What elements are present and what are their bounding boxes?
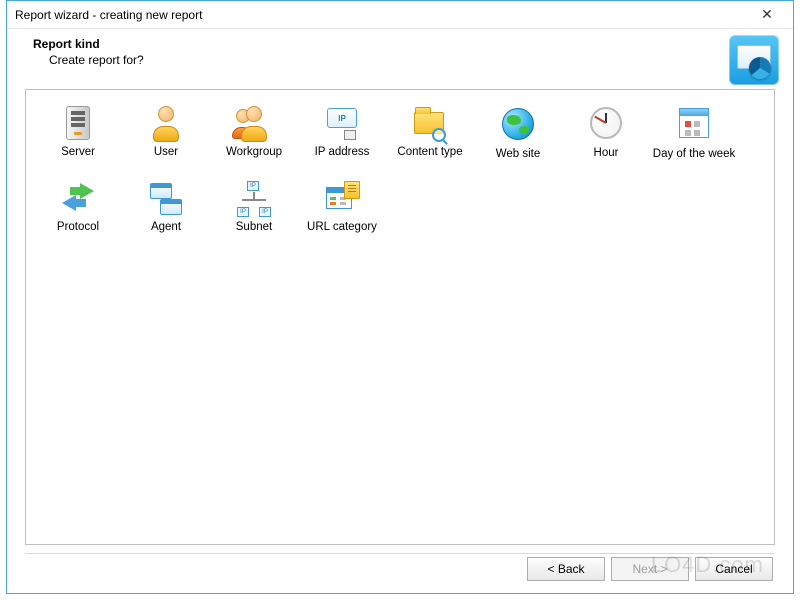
option-day-of-week[interactable]: Day of the week (652, 104, 736, 161)
workgroup-icon (236, 106, 272, 142)
close-button[interactable]: ✕ (747, 3, 787, 27)
report-kind-list: Server User Workgroup IP IP address Cont… (34, 100, 766, 248)
clock-icon (588, 107, 624, 143)
option-label: Server (36, 146, 120, 159)
option-label: User (124, 146, 208, 159)
agent-icon (148, 181, 184, 217)
option-label: Workgroup (212, 146, 296, 159)
option-server[interactable]: Server (36, 104, 120, 161)
next-button[interactable]: Next > (611, 557, 689, 581)
protocol-icon (60, 181, 96, 217)
wizard-header: Report kind Create report for? (7, 29, 793, 89)
option-label: Agent (124, 221, 208, 234)
back-button[interactable]: < Back (527, 557, 605, 581)
user-icon (148, 106, 184, 142)
option-agent[interactable]: Agent (124, 179, 208, 234)
globe-icon (500, 108, 536, 144)
option-hour[interactable]: Hour (564, 104, 648, 161)
server-icon (60, 106, 96, 142)
option-content-type[interactable]: Content type (388, 104, 472, 161)
content-type-icon (412, 106, 448, 142)
option-label: Web site (476, 148, 560, 161)
option-protocol[interactable]: Protocol (36, 179, 120, 234)
wizard-window: Report wizard - creating new report ✕ Re… (6, 0, 794, 594)
option-label: Hour (564, 147, 648, 160)
options-panel: Server User Workgroup IP IP address Cont… (25, 89, 775, 545)
option-label: URL category (300, 221, 384, 234)
option-user[interactable]: User (124, 104, 208, 161)
close-icon: ✕ (761, 6, 773, 23)
ip-address-icon: IP (324, 106, 360, 142)
option-label: Subnet (212, 221, 296, 234)
cancel-button[interactable]: Cancel (695, 557, 773, 581)
subnet-icon: IPIPIP (236, 181, 272, 217)
option-workgroup[interactable]: Workgroup (212, 104, 296, 161)
page-title: Report kind (33, 37, 775, 51)
window-title: Report wizard - creating new report (15, 8, 747, 22)
option-label: IP address (300, 146, 384, 159)
url-category-icon (324, 181, 360, 217)
option-web-site[interactable]: Web site (476, 104, 560, 161)
option-subnet[interactable]: IPIPIP Subnet (212, 179, 296, 234)
option-label: Content type (388, 146, 472, 159)
option-label: Day of the week (652, 148, 736, 161)
calendar-icon (676, 108, 712, 144)
report-folder-icon (729, 35, 779, 85)
option-ip-address[interactable]: IP IP address (300, 104, 384, 161)
wizard-footer: < Back Next > Cancel (7, 545, 793, 593)
option-label: Protocol (36, 221, 120, 234)
titlebar: Report wizard - creating new report ✕ (7, 1, 793, 29)
option-url-category[interactable]: URL category (300, 179, 384, 234)
page-subtitle: Create report for? (49, 53, 775, 67)
